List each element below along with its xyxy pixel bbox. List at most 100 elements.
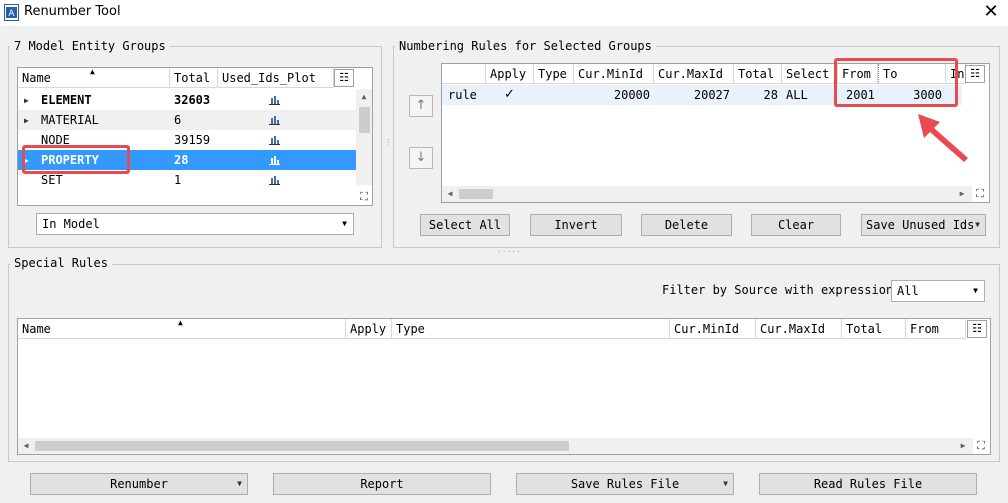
scroll-left-icon[interactable]: ◀	[18, 438, 34, 454]
row-name: PROPERTY	[41, 153, 99, 167]
col-header-rowname[interactable]	[442, 64, 486, 84]
renumber-button[interactable]: Renumber ▼	[30, 473, 248, 495]
rule-type[interactable]	[534, 85, 574, 105]
scroll-right-icon[interactable]: ▶	[955, 438, 971, 454]
sort-ascending-icon: ▲	[178, 319, 183, 327]
apply-checkbox[interactable]: ✓	[500, 84, 520, 104]
table-row-element[interactable]: ▶ ELEMENT 32603	[18, 90, 357, 110]
expand-arrow-icon[interactable]: ▶	[24, 156, 29, 165]
col-header-cur-minid[interactable]: Cur.MinId	[574, 64, 654, 84]
col-header-name[interactable]: Name ▲	[18, 319, 346, 339]
bar-chart-icon[interactable]	[269, 175, 280, 185]
rule-to[interactable]: 3000	[882, 85, 946, 105]
rule-select[interactable]: ALL	[782, 85, 838, 105]
title-bar	[0, 0, 1008, 26]
column-chooser-icon[interactable]: ☷	[334, 69, 354, 87]
numbering-rules-table: Apply Type Cur.MinId Cur.MaxId Total Sel…	[441, 63, 990, 203]
col-header-apply[interactable]: Apply	[486, 64, 534, 84]
chevron-down-icon: ▼	[723, 479, 728, 488]
rule-row[interactable]: rule ✓ 20000 20027 28 ALL 2001 3000	[442, 85, 962, 105]
expand-arrow-icon[interactable]: ▶	[24, 116, 29, 125]
table-row-property[interactable]: ▶ PROPERTY 28	[18, 150, 357, 170]
bar-chart-icon[interactable]	[269, 115, 280, 125]
horizontal-splitter[interactable]: ·····	[497, 247, 521, 256]
table-row-set[interactable]: SET 1	[18, 170, 357, 190]
svg-text:A: A	[8, 9, 15, 19]
vertical-scrollbar[interactable]: ▲	[356, 89, 372, 185]
col-header-in[interactable]: In	[946, 64, 966, 84]
special-rules-title: Special Rules	[10, 256, 112, 270]
rule-name: rule	[448, 88, 477, 102]
window-title: Renumber Tool	[24, 4, 121, 19]
row-name: SET	[41, 173, 63, 187]
row-total: 1	[174, 173, 182, 187]
special-rules-table: Name ▲ Apply Type Cur.MinId Cur.MaxId To…	[17, 318, 991, 455]
col-header-select[interactable]: Select	[782, 64, 838, 84]
filter-label: Filter by Source with expression	[662, 283, 894, 297]
vertical-splitter[interactable]: · · ·	[386, 136, 391, 150]
col-header-used-ids-plot[interactable]: Used_Ids_Plot	[218, 68, 334, 88]
chevron-down-icon: ▼	[975, 220, 980, 229]
col-header-from[interactable]: From	[838, 64, 878, 84]
col-header-total[interactable]: Total	[170, 68, 218, 88]
row-total: 39159	[174, 133, 211, 147]
row-total: 28	[174, 153, 189, 167]
col-header-type[interactable]: Type	[534, 64, 574, 84]
scope-combo[interactable]: In Model ▼	[36, 213, 354, 235]
bar-chart-icon[interactable]	[269, 95, 280, 105]
move-down-button[interactable]: ↓	[409, 147, 433, 169]
delete-button[interactable]: Delete	[641, 214, 732, 236]
row-total: 6	[174, 113, 182, 127]
table-row-material[interactable]: ▶ MATERIAL 6	[18, 110, 357, 130]
row-name: NODE	[41, 133, 70, 147]
bar-chart-icon[interactable]	[269, 155, 280, 165]
col-header-total[interactable]: Total	[842, 319, 906, 339]
scroll-thumb[interactable]	[459, 189, 493, 199]
chevron-down-icon: ▼	[973, 286, 978, 295]
source-filter-combo[interactable]: All ▼	[891, 280, 985, 302]
col-header-to[interactable]: To	[878, 64, 946, 84]
col-header-from[interactable]: From	[906, 319, 966, 339]
scroll-right-icon[interactable]: ▶	[954, 186, 970, 202]
col-header-type[interactable]: Type	[392, 319, 670, 339]
col-header-name[interactable]: Name ▲	[18, 68, 170, 88]
save-rules-file-button[interactable]: Save Rules File ▼	[516, 473, 734, 495]
chevron-down-icon: ▼	[342, 219, 347, 228]
table-row-node[interactable]: NODE 39159	[18, 130, 357, 150]
invert-button[interactable]: Invert	[530, 214, 622, 236]
row-name: MATERIAL	[41, 113, 99, 127]
scroll-left-icon[interactable]: ◀	[442, 186, 458, 202]
report-button[interactable]: Report	[273, 473, 491, 495]
move-up-button[interactable]: ↑	[409, 95, 433, 117]
column-chooser-icon[interactable]: ☷	[965, 65, 985, 83]
annotation-arrow	[918, 114, 968, 162]
read-rules-file-button[interactable]: Read Rules File	[759, 473, 977, 495]
scroll-thumb[interactable]	[359, 107, 370, 133]
select-all-button[interactable]: Select All	[420, 214, 510, 236]
scroll-thumb[interactable]	[35, 441, 569, 451]
column-chooser-icon[interactable]: ☷	[967, 320, 987, 338]
clear-button[interactable]: Clear	[751, 214, 841, 236]
expand-arrow-icon[interactable]: ▶	[24, 96, 29, 105]
expand-view-icon[interactable]: ⛶	[974, 188, 986, 200]
sort-ascending-icon: ▲	[90, 68, 95, 76]
col-header-cur-maxid[interactable]: Cur.MaxId	[756, 319, 842, 339]
rule-cur-minid: 20000	[613, 88, 650, 102]
scroll-up-icon[interactable]: ▲	[356, 89, 372, 105]
col-header-cur-minid[interactable]: Cur.MinId	[670, 319, 756, 339]
horizontal-scrollbar[interactable]: ◀ ▶	[442, 186, 972, 202]
bar-chart-icon[interactable]	[269, 135, 280, 145]
rule-cur-maxid: 20027	[693, 88, 730, 102]
horizontal-scrollbar[interactable]: ◀ ▶	[18, 438, 973, 454]
save-unused-ids-button[interactable]: Save Unused Ids ▼	[861, 214, 986, 236]
col-header-apply[interactable]: Apply	[346, 319, 392, 339]
numbering-rules-title: Numbering Rules for Selected Groups	[395, 39, 656, 53]
expand-view-icon[interactable]: ⛶	[358, 191, 370, 203]
close-icon[interactable]: ✕	[978, 1, 1004, 23]
row-total: 32603	[174, 93, 211, 107]
col-header-cur-maxid[interactable]: Cur.MaxId	[654, 64, 734, 84]
rule-from[interactable]: 2001	[842, 85, 882, 105]
entity-groups-title: 7 Model Entity Groups	[10, 39, 170, 53]
col-header-total[interactable]: Total	[734, 64, 782, 84]
expand-view-icon[interactable]: ⛶	[975, 440, 987, 452]
